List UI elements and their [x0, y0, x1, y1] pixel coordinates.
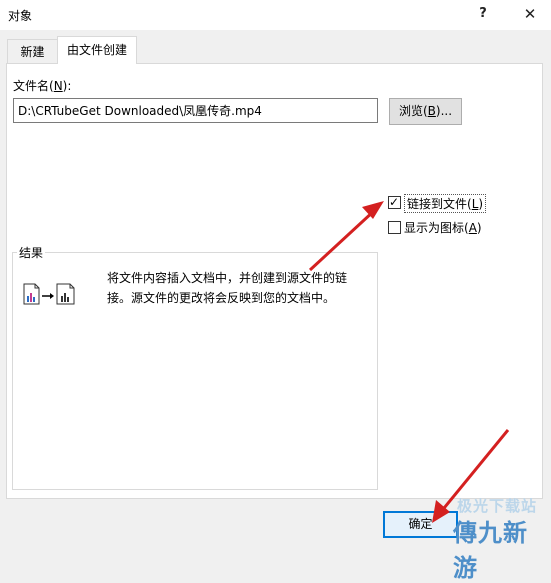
file-label-key: N: [53, 79, 63, 93]
target-document-icon: [56, 283, 75, 305]
result-title: 结果: [17, 244, 46, 261]
tab-new[interactable]: 新建: [7, 39, 58, 63]
display-as-icon-checkbox[interactable]: [388, 221, 401, 234]
dialog-title: 对象: [8, 9, 33, 23]
help-button[interactable]: ?: [468, 3, 498, 25]
source-file-icon: [23, 283, 40, 305]
file-name-input[interactable]: D:\CRTubeGet Downloaded\凤凰传奇.mp4: [13, 98, 378, 123]
icon-label-suffix: ): [476, 221, 482, 235]
result-description: 将文件内容插入文档中，并创建到源文件的链接。源文件的更改将会反映到您的文档中。: [107, 271, 348, 305]
tab-from-file[interactable]: 由文件创建: [57, 36, 137, 64]
browse-label-key: B: [427, 104, 436, 118]
display-as-icon-label[interactable]: 显示为图标(A): [404, 219, 482, 236]
ok-label-prefix: 确: [408, 517, 421, 531]
close-button[interactable]: ✕: [515, 3, 545, 25]
watermark-main-text: 傳九新游: [453, 519, 528, 582]
browse-label-prefix: 浏览(: [398, 104, 428, 118]
browse-label-suffix: )...: [435, 104, 453, 118]
link-label-suffix: ): [478, 197, 484, 211]
link-label-prefix: 链接到文件(: [407, 197, 472, 211]
site-watermark: 极光下载站 傳九新游: [425, 495, 549, 582]
browse-button[interactable]: 浏览(B)...: [389, 98, 462, 125]
link-to-file-checkbox[interactable]: ✓: [388, 195, 401, 209]
title-bar: 对象 ? ✕: [0, 0, 551, 30]
link-arrow-icon: [42, 293, 54, 299]
file-label-prefix: 文件名(: [13, 79, 54, 93]
link-to-file-label[interactable]: 链接到文件(L): [404, 194, 487, 213]
checkmark-icon: ✓: [389, 195, 400, 209]
icon-label-key: A: [468, 221, 477, 235]
linked-document-icon: [23, 283, 75, 305]
file-label-suffix: ):: [62, 79, 72, 93]
icon-label-prefix: 显示为图标(: [404, 221, 469, 235]
file-name-label: 文件名(N):: [13, 77, 71, 94]
